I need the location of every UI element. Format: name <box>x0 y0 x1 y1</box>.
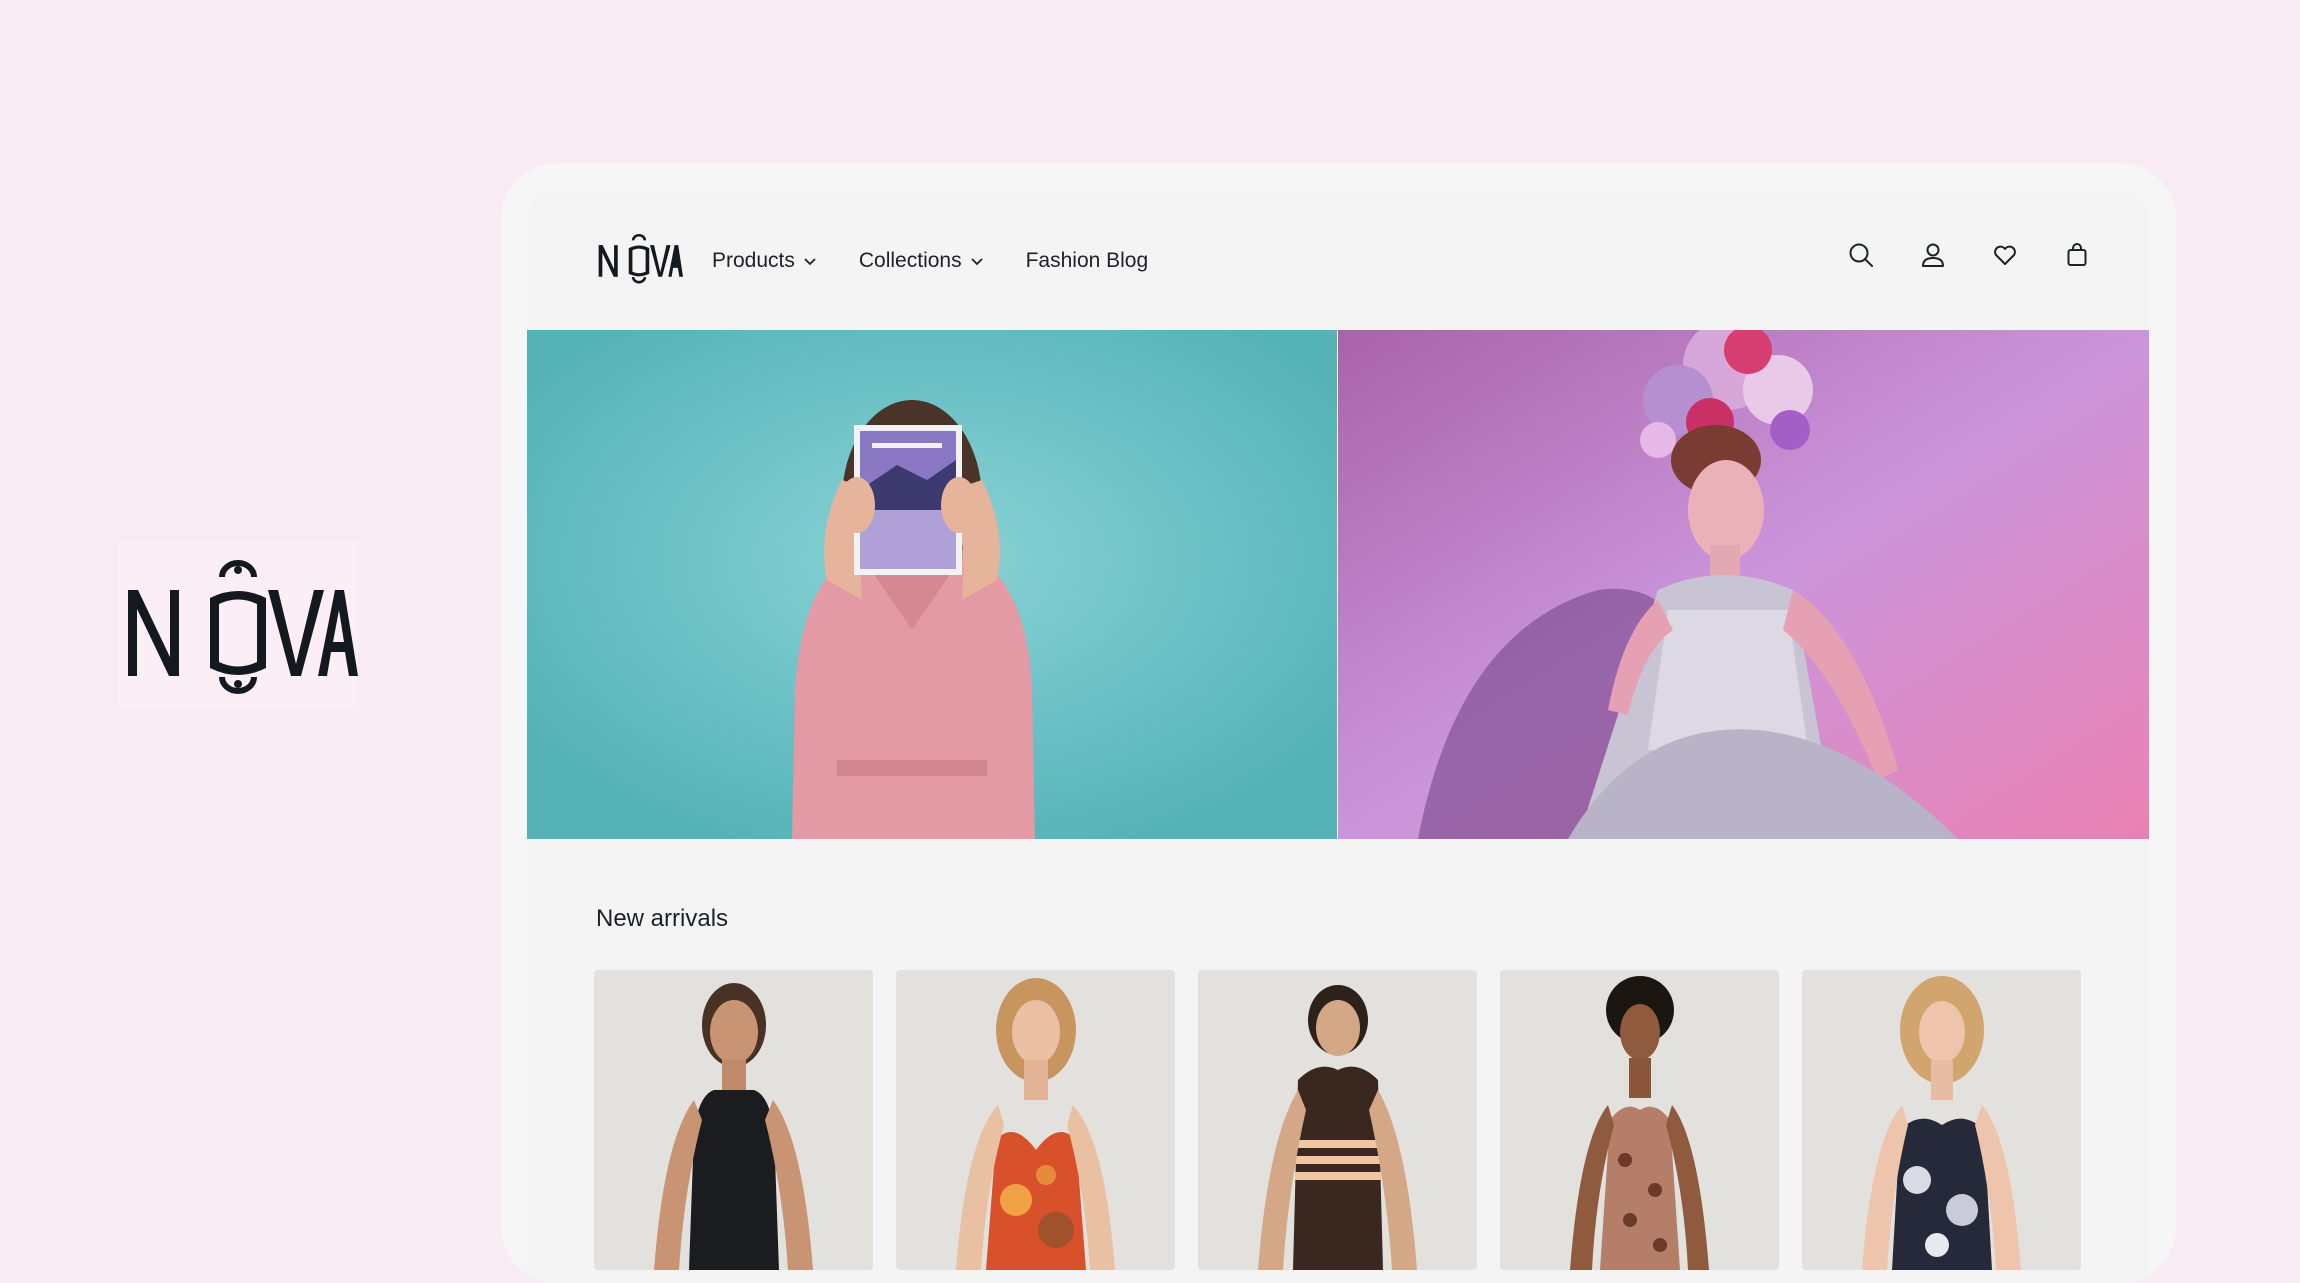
storefront-preview-card: Products Collections Fashion Blog New ar… <box>501 163 2176 1283</box>
brand-logo-large <box>118 540 358 710</box>
chevron-down-icon <box>970 258 983 266</box>
new-arrivals-products <box>594 970 2081 1270</box>
product-card[interactable] <box>1198 970 1477 1270</box>
product-card[interactable] <box>1500 970 1779 1270</box>
hero-right-image[interactable] <box>1338 330 2149 839</box>
wishlist-button[interactable] <box>1991 241 2019 269</box>
wishlist-heart-icon <box>1994 245 2016 265</box>
paisley-midi-slip-dress-image <box>1500 970 1779 1270</box>
product-card[interactable] <box>1802 970 2081 1270</box>
cart-button[interactable] <box>2063 241 2091 269</box>
header-actions <box>1847 241 2091 269</box>
hero-left-image[interactable] <box>527 330 1337 839</box>
product-card[interactable] <box>896 970 1175 1270</box>
black-tank-dress-image <box>594 970 873 1270</box>
nova-logo-icon <box>128 560 358 694</box>
shopping-bag-icon <box>2067 243 2087 266</box>
nav-fashion-blog-label: Fashion Blog <box>1025 249 1149 272</box>
brown-striped-knit-dress-image <box>1198 970 1477 1270</box>
search-icon <box>1849 243 1873 267</box>
nav-products-label: Products <box>712 249 795 272</box>
model-with-floral-headpiece-image <box>1338 330 2149 839</box>
storefront-page: Products Collections Fashion Blog New ar… <box>527 193 2149 1283</box>
nav-collections[interactable]: Collections <box>859 249 984 273</box>
orange-floral-slip-dress-image <box>896 970 1175 1270</box>
new-arrivals-title: New arrivals <box>596 905 729 932</box>
site-header: Products Collections Fashion Blog <box>527 193 2149 330</box>
nav-fashion-blog[interactable]: Fashion Blog <box>1026 249 1149 273</box>
product-card[interactable] <box>594 970 873 1270</box>
account-icon <box>1922 243 1944 267</box>
chevron-down-icon <box>804 258 816 266</box>
nova-logo-icon <box>598 233 683 284</box>
main-nav: Products Collections Fashion Blog <box>712 249 1190 273</box>
black-white-floral-slip-dress-image <box>1802 970 2081 1270</box>
woman-with-magazine-image <box>527 330 1337 839</box>
account-button[interactable] <box>1919 241 1947 269</box>
nav-collections-label: Collections <box>858 249 962 272</box>
nav-products[interactable]: Products <box>712 249 817 273</box>
site-logo[interactable] <box>595 225 683 291</box>
search-button[interactable] <box>1847 241 1875 269</box>
